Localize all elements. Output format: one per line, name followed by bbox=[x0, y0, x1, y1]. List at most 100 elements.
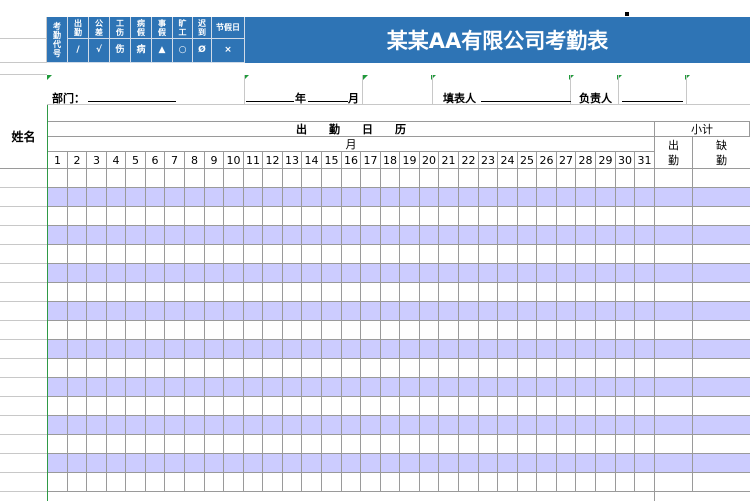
name-cell[interactable] bbox=[0, 169, 47, 188]
attendance-cell[interactable] bbox=[68, 378, 87, 397]
name-cell[interactable] bbox=[0, 435, 47, 454]
attendance-cell[interactable] bbox=[165, 169, 185, 188]
attendance-cell[interactable] bbox=[107, 473, 126, 492]
attendance-cell[interactable] bbox=[479, 264, 498, 283]
attendance-cell[interactable] bbox=[342, 340, 361, 359]
attendance-cell[interactable] bbox=[244, 226, 263, 245]
attendance-cell[interactable] bbox=[459, 169, 479, 188]
attendance-cell[interactable] bbox=[146, 207, 165, 226]
attendance-cell[interactable] bbox=[439, 226, 459, 245]
attendance-cell[interactable] bbox=[537, 264, 557, 283]
attendance-cell[interactable] bbox=[263, 473, 283, 492]
attendance-total-cell[interactable] bbox=[655, 435, 693, 454]
attendance-cell[interactable] bbox=[48, 378, 68, 397]
attendance-cell[interactable] bbox=[263, 435, 283, 454]
attendance-cell[interactable] bbox=[283, 169, 302, 188]
attendance-cell[interactable] bbox=[87, 245, 107, 264]
attendance-cell[interactable] bbox=[107, 397, 126, 416]
attendance-cell[interactable] bbox=[361, 169, 381, 188]
absence-total-cell[interactable] bbox=[693, 454, 750, 473]
attendance-cell[interactable] bbox=[576, 416, 596, 435]
attendance-cell[interactable] bbox=[322, 416, 342, 435]
attendance-cell[interactable] bbox=[48, 397, 68, 416]
attendance-cell[interactable] bbox=[283, 435, 302, 454]
attendance-cell[interactable] bbox=[107, 378, 126, 397]
attendance-cell[interactable] bbox=[400, 416, 420, 435]
absence-total-cell[interactable] bbox=[693, 416, 750, 435]
attendance-cell[interactable] bbox=[479, 397, 498, 416]
attendance-cell[interactable] bbox=[342, 435, 361, 454]
attendance-cell[interactable] bbox=[557, 245, 576, 264]
attendance-cell[interactable] bbox=[68, 473, 87, 492]
attendance-cell[interactable] bbox=[439, 302, 459, 321]
year-field[interactable] bbox=[246, 90, 294, 102]
attendance-cell[interactable] bbox=[302, 397, 322, 416]
attendance-cell[interactable] bbox=[439, 207, 459, 226]
attendance-cell[interactable] bbox=[126, 340, 146, 359]
attendance-cell[interactable] bbox=[596, 245, 616, 264]
attendance-cell[interactable] bbox=[244, 302, 263, 321]
attendance-cell[interactable] bbox=[68, 264, 87, 283]
attendance-cell[interactable] bbox=[420, 226, 439, 245]
attendance-cell[interactable] bbox=[322, 188, 342, 207]
attendance-cell[interactable] bbox=[165, 397, 185, 416]
attendance-cell[interactable] bbox=[146, 169, 165, 188]
attendance-cell[interactable] bbox=[557, 435, 576, 454]
attendance-cell[interactable] bbox=[518, 435, 537, 454]
attendance-cell[interactable] bbox=[400, 226, 420, 245]
name-cell[interactable] bbox=[0, 359, 47, 378]
attendance-cell[interactable] bbox=[165, 454, 185, 473]
attendance-cell[interactable] bbox=[459, 245, 479, 264]
attendance-cell[interactable] bbox=[381, 302, 400, 321]
attendance-cell[interactable] bbox=[146, 397, 165, 416]
attendance-cell[interactable] bbox=[244, 188, 263, 207]
attendance-cell[interactable] bbox=[616, 397, 635, 416]
attendance-cell[interactable] bbox=[479, 416, 498, 435]
attendance-cell[interactable] bbox=[302, 321, 322, 340]
attendance-cell[interactable] bbox=[420, 378, 439, 397]
attendance-cell[interactable] bbox=[439, 321, 459, 340]
attendance-cell[interactable] bbox=[107, 245, 126, 264]
attendance-cell[interactable] bbox=[420, 416, 439, 435]
attendance-cell[interactable] bbox=[342, 169, 361, 188]
attendance-cell[interactable] bbox=[126, 169, 146, 188]
attendance-cell[interactable] bbox=[107, 359, 126, 378]
attendance-cell[interactable] bbox=[48, 302, 68, 321]
attendance-cell[interactable] bbox=[616, 302, 635, 321]
absence-total-cell[interactable] bbox=[693, 226, 750, 245]
attendance-cell[interactable] bbox=[635, 245, 655, 264]
attendance-cell[interactable] bbox=[107, 321, 126, 340]
attendance-cell[interactable] bbox=[361, 283, 381, 302]
attendance-cell[interactable] bbox=[576, 188, 596, 207]
attendance-cell[interactable] bbox=[48, 340, 68, 359]
attendance-cell[interactable] bbox=[400, 207, 420, 226]
attendance-cell[interactable] bbox=[263, 359, 283, 378]
attendance-cell[interactable] bbox=[244, 264, 263, 283]
attendance-cell[interactable] bbox=[439, 359, 459, 378]
attendance-cell[interactable] bbox=[283, 245, 302, 264]
attendance-cell[interactable] bbox=[165, 264, 185, 283]
attendance-cell[interactable] bbox=[205, 416, 224, 435]
absence-total-cell[interactable] bbox=[693, 207, 750, 226]
attendance-cell[interactable] bbox=[479, 435, 498, 454]
name-cell[interactable] bbox=[0, 264, 47, 283]
attendance-cell[interactable] bbox=[635, 416, 655, 435]
attendance-cell[interactable] bbox=[165, 473, 185, 492]
attendance-cell[interactable] bbox=[165, 416, 185, 435]
attendance-cell[interactable] bbox=[205, 473, 224, 492]
attendance-total-cell[interactable] bbox=[655, 188, 693, 207]
attendance-cell[interactable] bbox=[302, 283, 322, 302]
attendance-cell[interactable] bbox=[322, 283, 342, 302]
absence-total-cell[interactable] bbox=[693, 397, 750, 416]
attendance-cell[interactable] bbox=[205, 321, 224, 340]
attendance-cell[interactable] bbox=[322, 473, 342, 492]
attendance-cell[interactable] bbox=[68, 302, 87, 321]
attendance-cell[interactable] bbox=[635, 435, 655, 454]
attendance-total-cell[interactable] bbox=[655, 169, 693, 188]
attendance-cell[interactable] bbox=[518, 454, 537, 473]
attendance-cell[interactable] bbox=[342, 188, 361, 207]
attendance-cell[interactable] bbox=[322, 378, 342, 397]
attendance-total-cell[interactable] bbox=[655, 207, 693, 226]
attendance-cell[interactable] bbox=[498, 397, 518, 416]
attendance-cell[interactable] bbox=[224, 302, 244, 321]
